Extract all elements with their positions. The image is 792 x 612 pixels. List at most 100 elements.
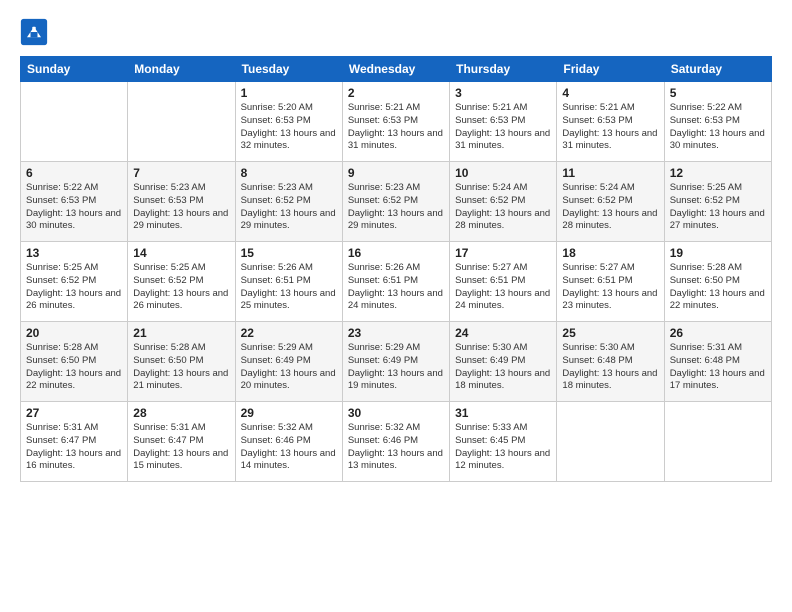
day-number: 27: [26, 406, 122, 420]
calendar-cell: 24 Sunrise: 5:30 AM Sunset: 6:49 PM Dayli…: [450, 322, 557, 402]
calendar-cell: 7Sunrise: 5:23 AM Sunset: 6:53 PM Daylig…: [128, 162, 235, 242]
day-info: Sunrise: 5:21 AM Sunset: 6:53 PM Dayligh…: [455, 102, 551, 153]
calendar-cell: 14 Sunrise: 5:25 AM Sunset: 6:52 PM Dayli…: [128, 242, 235, 322]
day-info: Sunrise: 5:22 AM Sunset: 6:53 PM Dayligh…: [26, 182, 122, 233]
weekday-header: Thursday: [450, 57, 557, 82]
day-number: 4: [562, 86, 658, 100]
calendar-row: 13Sunrise: 5:25 AM Sunset: 6:52 PM Dayli…: [21, 242, 772, 322]
day-number: 11: [562, 166, 658, 180]
calendar-cell: [557, 402, 664, 482]
day-number: 22: [241, 326, 337, 340]
day-number: 18: [562, 246, 658, 260]
calendar-cell: 11 Sunrise: 5:24 AM Sunset: 6:52 PM Dayli…: [557, 162, 664, 242]
calendar-cell: 15Sunrise: 5:26 AM Sunset: 6:51 PM Dayli…: [235, 242, 342, 322]
day-number: 29: [241, 406, 337, 420]
calendar-cell: 19 Sunrise: 5:28 AM Sunset: 6:50 PM Dayli…: [664, 242, 771, 322]
day-number: 17: [455, 246, 551, 260]
calendar-cell: 26 Sunrise: 5:31 AM Sunset: 6:48 PM Dayli…: [664, 322, 771, 402]
day-info: Sunrise: 5:21 AM Sunset: 6:53 PM Dayligh…: [562, 102, 658, 153]
day-info: Sunrise: 5:25 AM Sunset: 6:52 PM Dayligh…: [26, 262, 122, 313]
day-number: 3: [455, 86, 551, 100]
calendar-cell: [128, 82, 235, 162]
day-info: Sunrise: 5:31 AM Sunset: 6:47 PM Dayligh…: [133, 422, 229, 473]
calendar-cell: 13Sunrise: 5:25 AM Sunset: 6:52 PM Dayli…: [21, 242, 128, 322]
calendar-cell: 30 Sunrise: 5:32 AM Sunset: 6:46 PM Dayli…: [342, 402, 449, 482]
calendar-cell: 18Sunrise: 5:27 AM Sunset: 6:51 PM Dayli…: [557, 242, 664, 322]
weekday-header: Wednesday: [342, 57, 449, 82]
calendar-cell: [21, 82, 128, 162]
day-info: Sunrise: 5:29 AM Sunset: 6:49 PM Dayligh…: [241, 342, 337, 393]
day-number: 30: [348, 406, 444, 420]
day-number: 24: [455, 326, 551, 340]
day-info: Sunrise: 5:23 AM Sunset: 6:52 PM Dayligh…: [241, 182, 337, 233]
day-info: Sunrise: 5:32 AM Sunset: 6:46 PM Dayligh…: [241, 422, 337, 473]
day-number: 20: [26, 326, 122, 340]
day-number: 21: [133, 326, 229, 340]
calendar-row: 6 Sunrise: 5:22 AM Sunset: 6:53 PM Daylig…: [21, 162, 772, 242]
day-info: Sunrise: 5:30 AM Sunset: 6:49 PM Dayligh…: [455, 342, 551, 393]
calendar-cell: 21 Sunrise: 5:28 AM Sunset: 6:50 PM Dayli…: [128, 322, 235, 402]
calendar-row: 27 Sunrise: 5:31 AM Sunset: 6:47 PM Dayli…: [21, 402, 772, 482]
calendar-row: 20 Sunrise: 5:28 AM Sunset: 6:50 PM Dayli…: [21, 322, 772, 402]
weekday-header: Saturday: [664, 57, 771, 82]
day-number: 9: [348, 166, 444, 180]
calendar-cell: 4 Sunrise: 5:21 AM Sunset: 6:53 PM Daylig…: [557, 82, 664, 162]
day-info: Sunrise: 5:33 AM Sunset: 6:45 PM Dayligh…: [455, 422, 551, 473]
weekday-header: Tuesday: [235, 57, 342, 82]
day-info: Sunrise: 5:31 AM Sunset: 6:48 PM Dayligh…: [670, 342, 766, 393]
day-number: 5: [670, 86, 766, 100]
weekday-header-row: SundayMondayTuesdayWednesdayThursdayFrid…: [21, 57, 772, 82]
day-number: 14: [133, 246, 229, 260]
calendar-cell: 27Sunrise: 5:31 AM Sunset: 6:47 PM Dayli…: [21, 402, 128, 482]
day-info: Sunrise: 5:30 AM Sunset: 6:48 PM Dayligh…: [562, 342, 658, 393]
day-info: Sunrise: 5:24 AM Sunset: 6:52 PM Dayligh…: [562, 182, 658, 233]
calendar-cell: 8 Sunrise: 5:23 AM Sunset: 6:52 PM Daylig…: [235, 162, 342, 242]
logo: [20, 18, 52, 46]
day-info: Sunrise: 5:25 AM Sunset: 6:52 PM Dayligh…: [133, 262, 229, 313]
day-info: Sunrise: 5:23 AM Sunset: 6:53 PM Dayligh…: [133, 182, 229, 233]
day-number: 31: [455, 406, 551, 420]
day-info: Sunrise: 5:28 AM Sunset: 6:50 PM Dayligh…: [133, 342, 229, 393]
day-number: 6: [26, 166, 122, 180]
calendar-cell: 3 Sunrise: 5:21 AM Sunset: 6:53 PM Daylig…: [450, 82, 557, 162]
day-info: Sunrise: 5:28 AM Sunset: 6:50 PM Dayligh…: [26, 342, 122, 393]
day-number: 10: [455, 166, 551, 180]
calendar-cell: 20 Sunrise: 5:28 AM Sunset: 6:50 PM Dayli…: [21, 322, 128, 402]
calendar-cell: 10Sunrise: 5:24 AM Sunset: 6:52 PM Dayli…: [450, 162, 557, 242]
day-number: 16: [348, 246, 444, 260]
day-number: 26: [670, 326, 766, 340]
day-info: Sunrise: 5:25 AM Sunset: 6:52 PM Dayligh…: [670, 182, 766, 233]
calendar-cell: 16 Sunrise: 5:26 AM Sunset: 6:51 PM Dayli…: [342, 242, 449, 322]
day-number: 15: [241, 246, 337, 260]
day-number: 1: [241, 86, 337, 100]
calendar-cell: 22 Sunrise: 5:29 AM Sunset: 6:49 PM Dayli…: [235, 322, 342, 402]
page-header: [20, 18, 772, 46]
day-info: Sunrise: 5:28 AM Sunset: 6:50 PM Dayligh…: [670, 262, 766, 313]
calendar-cell: 29 Sunrise: 5:32 AM Sunset: 6:46 PM Dayli…: [235, 402, 342, 482]
calendar-cell: [664, 402, 771, 482]
calendar-cell: 23 Sunrise: 5:29 AM Sunset: 6:49 PM Dayli…: [342, 322, 449, 402]
calendar-cell: 2Sunrise: 5:21 AM Sunset: 6:53 PM Daylig…: [342, 82, 449, 162]
calendar-cell: 31 Sunrise: 5:33 AM Sunset: 6:45 PM Dayli…: [450, 402, 557, 482]
day-number: 25: [562, 326, 658, 340]
day-info: Sunrise: 5:32 AM Sunset: 6:46 PM Dayligh…: [348, 422, 444, 473]
calendar-cell: 12Sunrise: 5:25 AM Sunset: 6:52 PM Dayli…: [664, 162, 771, 242]
calendar-table: SundayMondayTuesdayWednesdayThursdayFrid…: [20, 56, 772, 482]
day-info: Sunrise: 5:23 AM Sunset: 6:52 PM Dayligh…: [348, 182, 444, 233]
day-info: Sunrise: 5:27 AM Sunset: 6:51 PM Dayligh…: [455, 262, 551, 313]
day-info: Sunrise: 5:29 AM Sunset: 6:49 PM Dayligh…: [348, 342, 444, 393]
logo-icon: [20, 18, 48, 46]
day-number: 23: [348, 326, 444, 340]
day-number: 28: [133, 406, 229, 420]
day-info: Sunrise: 5:22 AM Sunset: 6:53 PM Dayligh…: [670, 102, 766, 153]
day-number: 19: [670, 246, 766, 260]
calendar-cell: 17 Sunrise: 5:27 AM Sunset: 6:51 PM Dayli…: [450, 242, 557, 322]
day-number: 8: [241, 166, 337, 180]
calendar-cell: 6 Sunrise: 5:22 AM Sunset: 6:53 PM Daylig…: [21, 162, 128, 242]
day-info: Sunrise: 5:26 AM Sunset: 6:51 PM Dayligh…: [348, 262, 444, 313]
weekday-header: Sunday: [21, 57, 128, 82]
weekday-header: Friday: [557, 57, 664, 82]
calendar-cell: 28 Sunrise: 5:31 AM Sunset: 6:47 PM Dayli…: [128, 402, 235, 482]
day-info: Sunrise: 5:21 AM Sunset: 6:53 PM Dayligh…: [348, 102, 444, 153]
calendar-cell: 25 Sunrise: 5:30 AM Sunset: 6:48 PM Dayli…: [557, 322, 664, 402]
